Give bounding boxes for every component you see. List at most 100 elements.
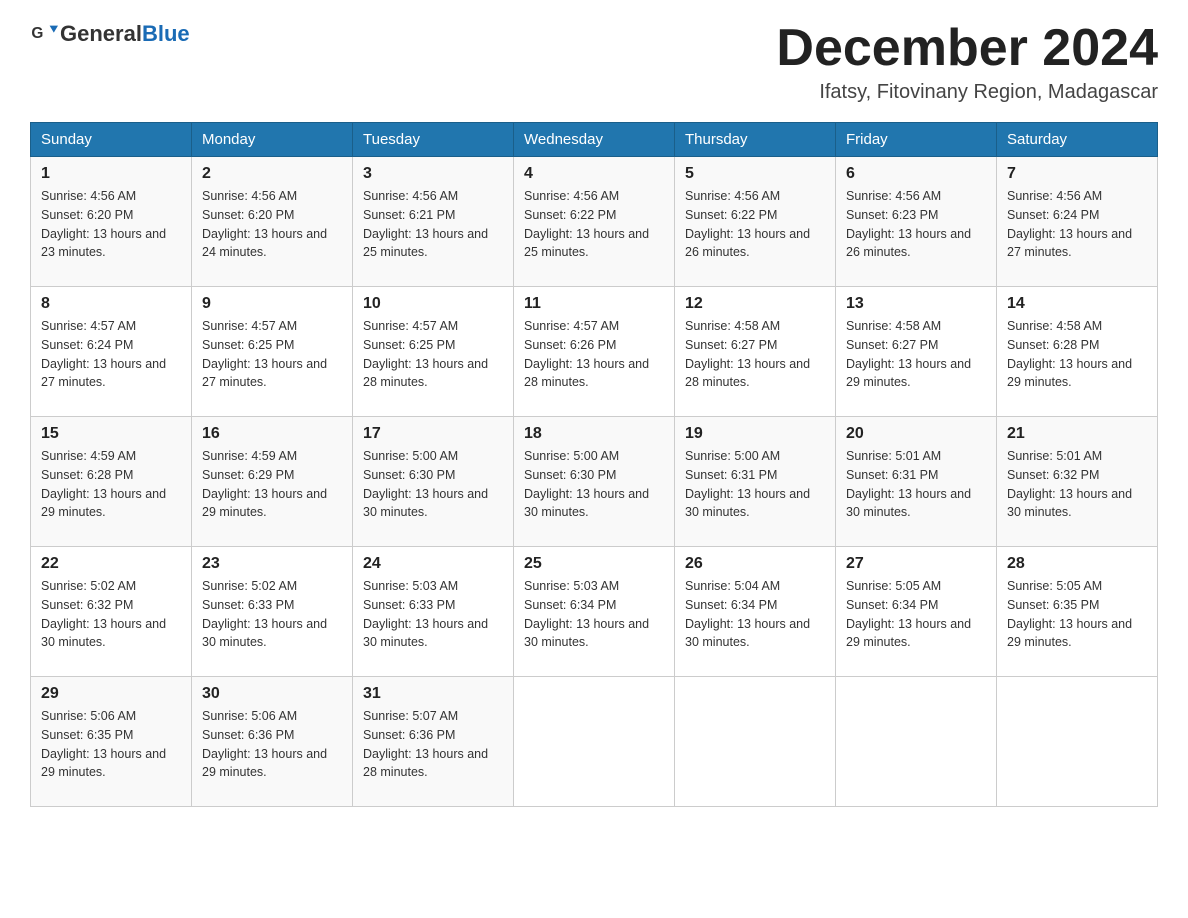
calendar-cell: 20 Sunrise: 5:01 AMSunset: 6:31 PMDayligh… — [836, 417, 997, 547]
day-info: Sunrise: 5:05 AMSunset: 6:35 PMDaylight:… — [1007, 577, 1147, 652]
calendar-cell: 3Sunrise: 4:56 AMSunset: 6:21 PMDaylight… — [353, 157, 514, 287]
logo-blue: Blue — [142, 21, 190, 46]
logo-icon: G — [30, 20, 58, 48]
day-number: 13 — [846, 295, 986, 313]
calendar-cell: 7 Sunrise: 4:56 AMSunset: 6:24 PMDaylight… — [997, 157, 1158, 287]
day-header-thursday: Thursday — [675, 123, 836, 157]
location-title: Ifatsy, Fitovinany Region, Madagascar — [776, 81, 1158, 104]
day-header-friday: Friday — [836, 123, 997, 157]
calendar-cell: 30 Sunrise: 5:06 AMSunset: 6:36 PMDayligh… — [192, 677, 353, 807]
day-info: Sunrise: 4:57 AMSunset: 6:26 PMDaylight:… — [524, 317, 664, 392]
day-info: Sunrise: 5:02 AMSunset: 6:32 PMDaylight:… — [41, 577, 181, 652]
day-number: 14 — [1007, 295, 1147, 313]
day-number: 10 — [363, 295, 503, 313]
calendar-week-row: 15Sunrise: 4:59 AMSunset: 6:28 PMDayligh… — [31, 417, 1158, 547]
day-number: 29 — [41, 685, 181, 703]
day-header-wednesday: Wednesday — [514, 123, 675, 157]
calendar-cell: 13 Sunrise: 4:58 AMSunset: 6:27 PMDayligh… — [836, 287, 997, 417]
day-info: Sunrise: 4:58 AMSunset: 6:27 PMDaylight:… — [685, 317, 825, 392]
calendar-cell: 26Sunrise: 5:04 AMSunset: 6:34 PMDayligh… — [675, 547, 836, 677]
calendar-cell: 14 Sunrise: 4:58 AMSunset: 6:28 PMDayligh… — [997, 287, 1158, 417]
day-number: 12 — [685, 295, 825, 313]
logo-text: GeneralBlue — [60, 21, 190, 47]
day-number: 21 — [1007, 425, 1147, 443]
day-number: 26 — [685, 555, 825, 573]
day-info: Sunrise: 5:01 AMSunset: 6:32 PMDaylight:… — [1007, 447, 1147, 522]
month-title: December 2024 — [776, 20, 1158, 77]
day-number: 23 — [202, 555, 342, 573]
calendar-cell: 15Sunrise: 4:59 AMSunset: 6:28 PMDayligh… — [31, 417, 192, 547]
day-number: 31 — [363, 685, 503, 703]
calendar-cell: 16 Sunrise: 4:59 AMSunset: 6:29 PMDayligh… — [192, 417, 353, 547]
calendar-cell — [836, 677, 997, 807]
title-area: December 2024 Ifatsy, Fitovinany Region,… — [776, 20, 1158, 104]
calendar-header-row: SundayMondayTuesdayWednesdayThursdayFrid… — [31, 123, 1158, 157]
day-info: Sunrise: 4:57 AMSunset: 6:25 PMDaylight:… — [363, 317, 503, 392]
calendar-cell: 9 Sunrise: 4:57 AMSunset: 6:25 PMDaylight… — [192, 287, 353, 417]
day-number: 4 — [524, 165, 664, 183]
day-info: Sunrise: 4:56 AMSunset: 6:24 PMDaylight:… — [1007, 187, 1147, 262]
calendar-cell: 22 Sunrise: 5:02 AMSunset: 6:32 PMDayligh… — [31, 547, 192, 677]
day-number: 9 — [202, 295, 342, 313]
calendar-cell — [514, 677, 675, 807]
day-number: 28 — [1007, 555, 1147, 573]
calendar-cell: 29 Sunrise: 5:06 AMSunset: 6:35 PMDayligh… — [31, 677, 192, 807]
day-number: 17 — [363, 425, 503, 443]
calendar-cell: 8 Sunrise: 4:57 AMSunset: 6:24 PMDaylight… — [31, 287, 192, 417]
day-header-tuesday: Tuesday — [353, 123, 514, 157]
day-number: 8 — [41, 295, 181, 313]
day-info: Sunrise: 4:56 AMSunset: 6:22 PMDaylight:… — [524, 187, 664, 262]
day-number: 22 — [41, 555, 181, 573]
day-info: Sunrise: 4:56 AMSunset: 6:20 PMDaylight:… — [202, 187, 342, 262]
day-number: 18 — [524, 425, 664, 443]
day-number: 24 — [363, 555, 503, 573]
day-info: Sunrise: 4:57 AMSunset: 6:24 PMDaylight:… — [41, 317, 181, 392]
day-info: Sunrise: 5:01 AMSunset: 6:31 PMDaylight:… — [846, 447, 986, 522]
calendar-cell — [997, 677, 1158, 807]
day-info: Sunrise: 4:57 AMSunset: 6:25 PMDaylight:… — [202, 317, 342, 392]
day-number: 5 — [685, 165, 825, 183]
day-number: 6 — [846, 165, 986, 183]
day-number: 30 — [202, 685, 342, 703]
calendar-cell: 31Sunrise: 5:07 AMSunset: 6:36 PMDayligh… — [353, 677, 514, 807]
day-number: 2 — [202, 165, 342, 183]
day-info: Sunrise: 5:03 AMSunset: 6:34 PMDaylight:… — [524, 577, 664, 652]
day-number: 16 — [202, 425, 342, 443]
day-info: Sunrise: 5:06 AMSunset: 6:35 PMDaylight:… — [41, 707, 181, 782]
day-info: Sunrise: 5:03 AMSunset: 6:33 PMDaylight:… — [363, 577, 503, 652]
calendar-cell: 5Sunrise: 4:56 AMSunset: 6:22 PMDaylight… — [675, 157, 836, 287]
day-header-monday: Monday — [192, 123, 353, 157]
calendar-cell: 24 Sunrise: 5:03 AMSunset: 6:33 PMDayligh… — [353, 547, 514, 677]
day-info: Sunrise: 4:56 AMSunset: 6:23 PMDaylight:… — [846, 187, 986, 262]
calendar-cell: 25 Sunrise: 5:03 AMSunset: 6:34 PMDayligh… — [514, 547, 675, 677]
day-info: Sunrise: 5:00 AMSunset: 6:31 PMDaylight:… — [685, 447, 825, 522]
calendar-week-row: 29 Sunrise: 5:06 AMSunset: 6:35 PMDayligh… — [31, 677, 1158, 807]
day-info: Sunrise: 4:58 AMSunset: 6:28 PMDaylight:… — [1007, 317, 1147, 392]
day-number: 19 — [685, 425, 825, 443]
day-number: 7 — [1007, 165, 1147, 183]
day-info: Sunrise: 4:56 AMSunset: 6:20 PMDaylight:… — [41, 187, 181, 262]
calendar-cell: 10 Sunrise: 4:57 AMSunset: 6:25 PMDayligh… — [353, 287, 514, 417]
calendar-table: SundayMondayTuesdayWednesdayThursdayFrid… — [30, 122, 1158, 807]
day-number: 25 — [524, 555, 664, 573]
day-info: Sunrise: 4:59 AMSunset: 6:29 PMDaylight:… — [202, 447, 342, 522]
day-info: Sunrise: 5:00 AMSunset: 6:30 PMDaylight:… — [363, 447, 503, 522]
logo: G GeneralBlue — [30, 20, 190, 48]
calendar-cell: 2 Sunrise: 4:56 AMSunset: 6:20 PMDaylight… — [192, 157, 353, 287]
calendar-cell: 21 Sunrise: 5:01 AMSunset: 6:32 PMDayligh… — [997, 417, 1158, 547]
day-number: 1 — [41, 165, 181, 183]
day-header-sunday: Sunday — [31, 123, 192, 157]
day-info: Sunrise: 5:06 AMSunset: 6:36 PMDaylight:… — [202, 707, 342, 782]
day-number: 11 — [524, 295, 664, 313]
calendar-cell: 23Sunrise: 5:02 AMSunset: 6:33 PMDayligh… — [192, 547, 353, 677]
day-number: 20 — [846, 425, 986, 443]
calendar-cell: 28 Sunrise: 5:05 AMSunset: 6:35 PMDayligh… — [997, 547, 1158, 677]
calendar-week-row: 1 Sunrise: 4:56 AMSunset: 6:20 PMDaylight… — [31, 157, 1158, 287]
calendar-cell: 1 Sunrise: 4:56 AMSunset: 6:20 PMDaylight… — [31, 157, 192, 287]
calendar-week-row: 22 Sunrise: 5:02 AMSunset: 6:32 PMDayligh… — [31, 547, 1158, 677]
day-info: Sunrise: 5:00 AMSunset: 6:30 PMDaylight:… — [524, 447, 664, 522]
day-info: Sunrise: 4:58 AMSunset: 6:27 PMDaylight:… — [846, 317, 986, 392]
calendar-cell: 6 Sunrise: 4:56 AMSunset: 6:23 PMDaylight… — [836, 157, 997, 287]
day-info: Sunrise: 4:56 AMSunset: 6:21 PMDaylight:… — [363, 187, 503, 262]
day-header-saturday: Saturday — [997, 123, 1158, 157]
